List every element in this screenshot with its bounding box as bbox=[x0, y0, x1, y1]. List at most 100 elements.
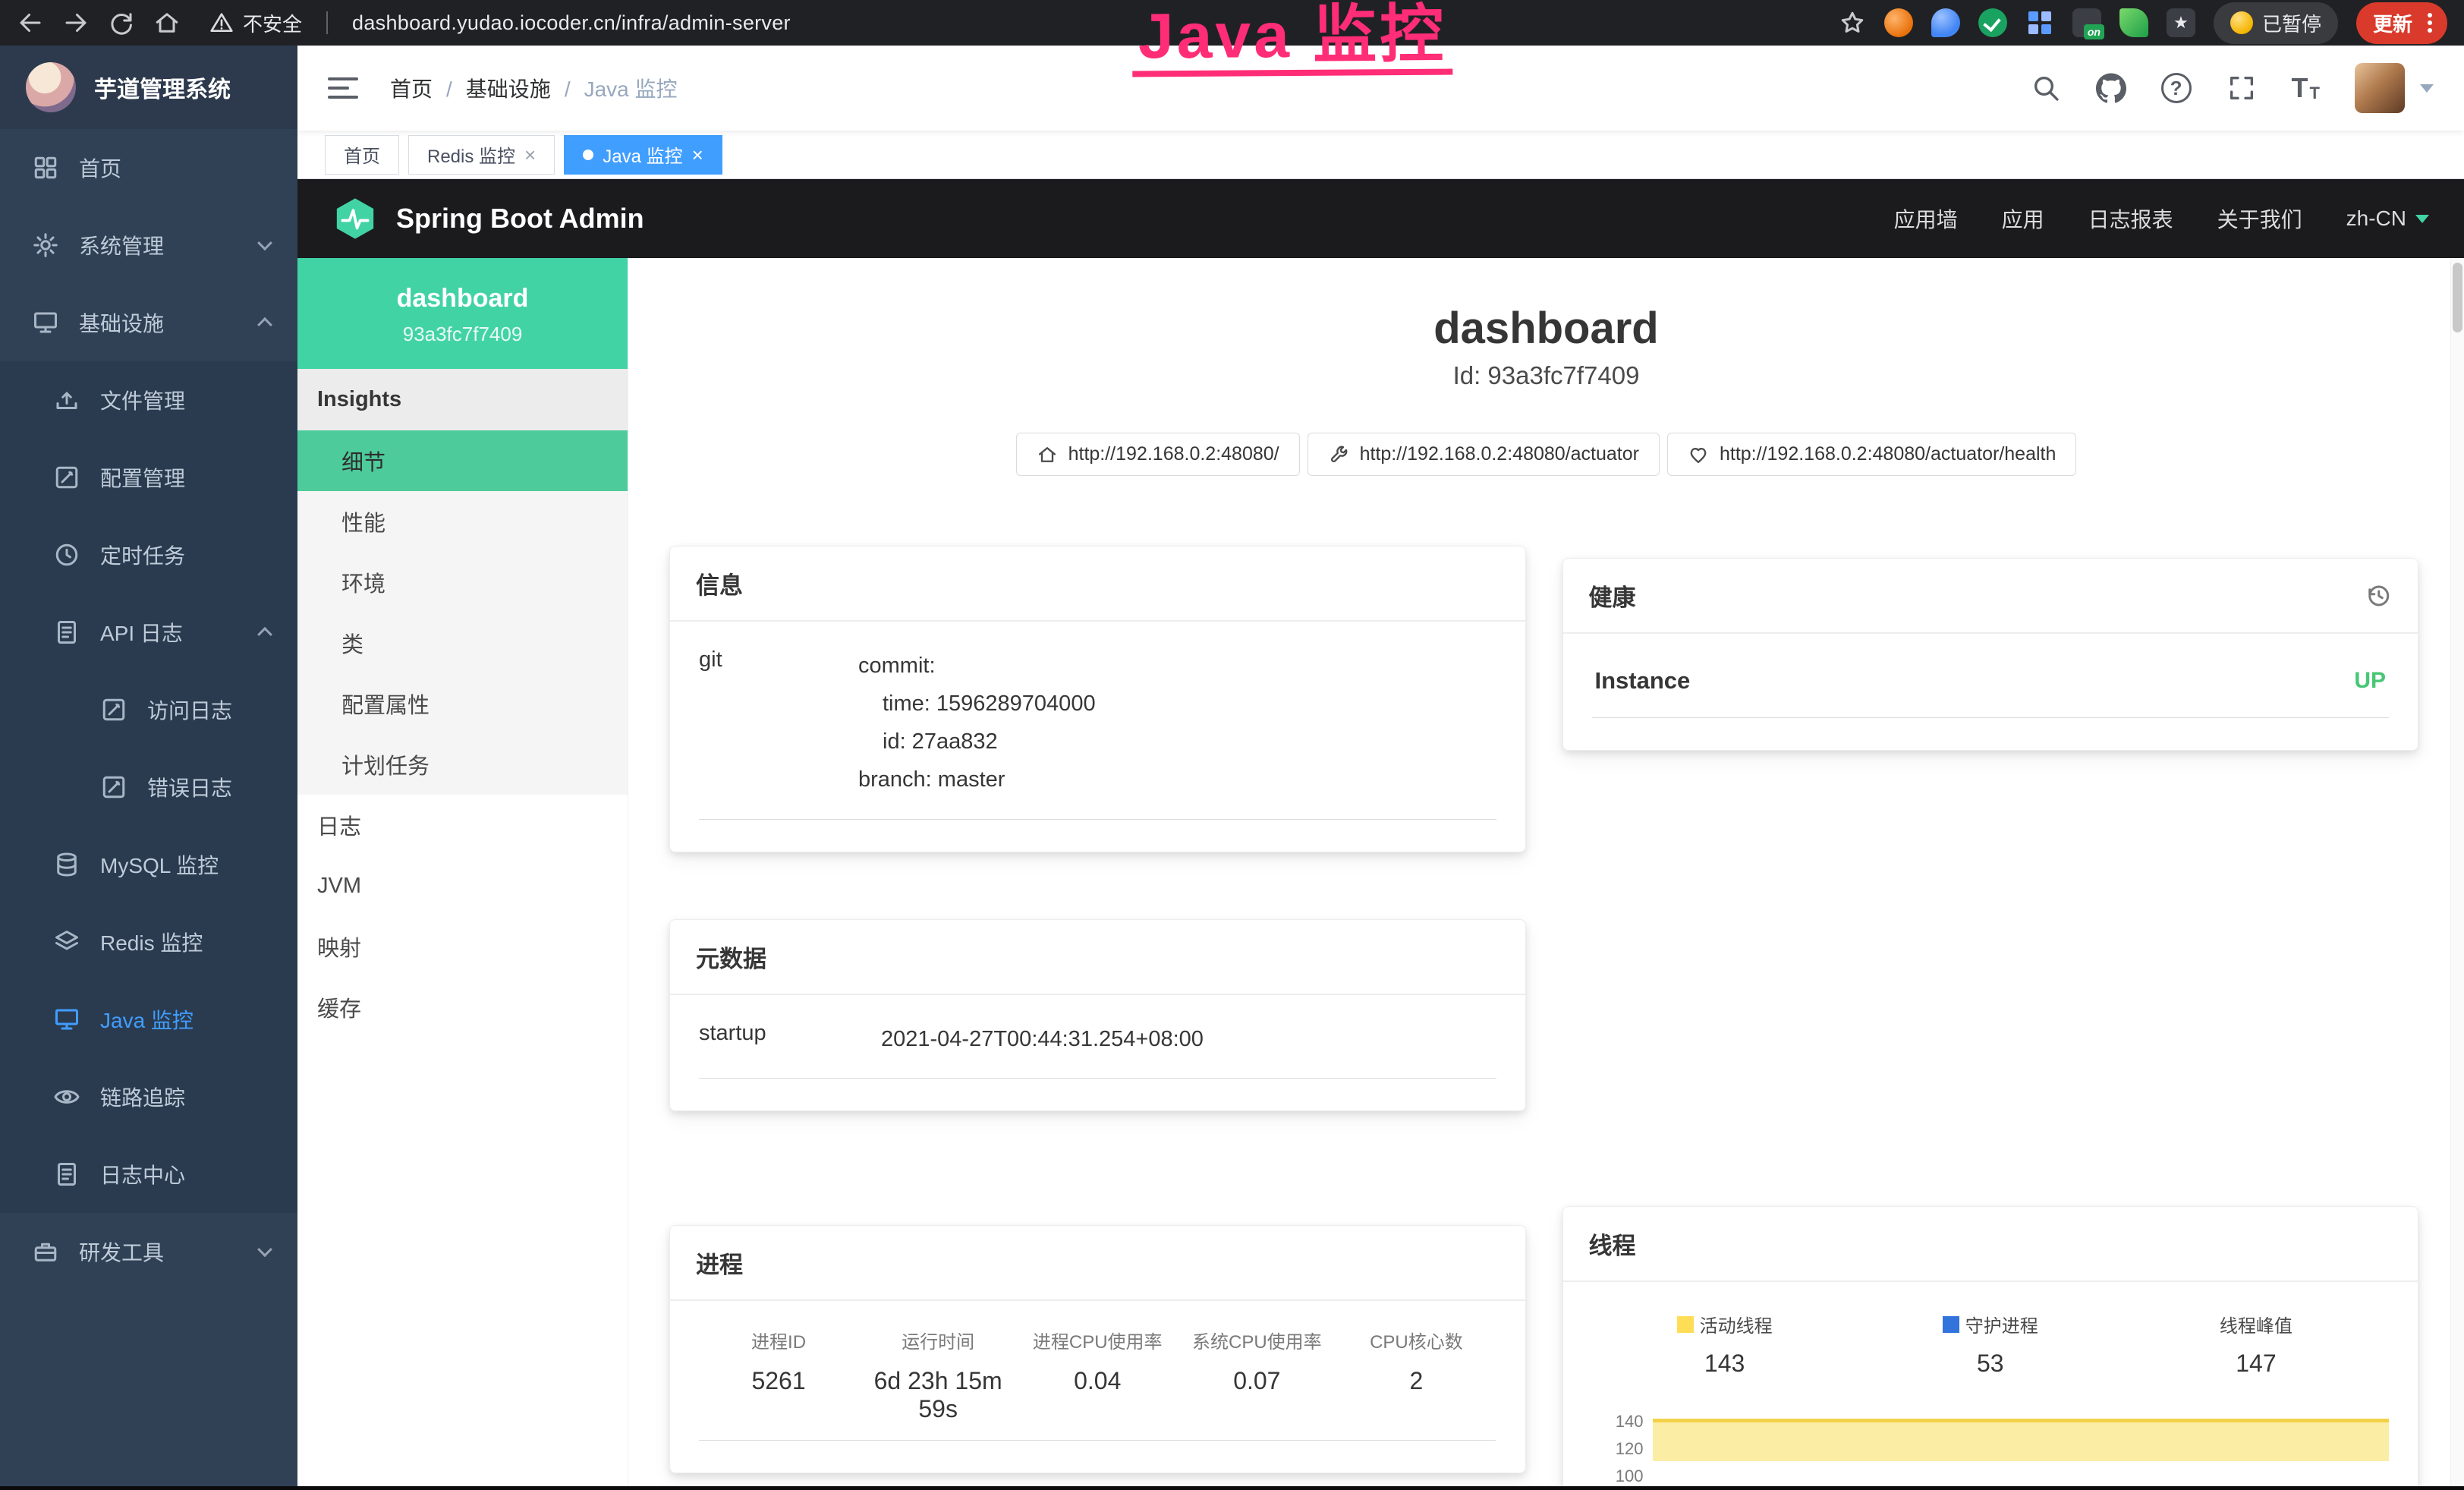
info-line: branch: master bbox=[858, 761, 1496, 799]
sidebar-toggle[interactable] bbox=[328, 77, 358, 99]
sidebar-item-file[interactable]: 文件管理 bbox=[0, 361, 297, 439]
sba-item-details[interactable]: 细节 bbox=[297, 430, 628, 491]
update-button[interactable]: 更新 bbox=[2356, 2, 2447, 44]
fullscreen-icon[interactable] bbox=[2226, 73, 2257, 103]
scrollbar[interactable] bbox=[2450, 258, 2464, 1490]
sidebar-item-redis[interactable]: Redis 监控 bbox=[0, 903, 297, 981]
sidebar-item-system[interactable]: 系统管理 bbox=[0, 206, 297, 284]
blue-drop-extension-icon[interactable] bbox=[1931, 8, 1960, 37]
instance-health-link[interactable]: http://192.168.0.2:48080/actuator/health bbox=[1667, 433, 2076, 476]
sba-item-loggers[interactable]: 日志 bbox=[297, 795, 628, 855]
sba-item-jvm[interactable]: JVM bbox=[297, 855, 628, 916]
sidebar-item-accesslog[interactable]: 访问日志 bbox=[0, 671, 297, 748]
sidebar-item-devtools[interactable]: 研发工具 bbox=[0, 1213, 297, 1290]
gear-icon bbox=[32, 232, 59, 259]
wrench-icon bbox=[1328, 444, 1349, 465]
sba-item-environment[interactable]: 环境 bbox=[297, 552, 628, 613]
sba-item-configprops[interactable]: 配置属性 bbox=[297, 673, 628, 734]
blue-grid-extension-icon[interactable] bbox=[2025, 8, 2054, 37]
green-check-extension-icon[interactable] bbox=[1978, 8, 2007, 37]
chevron-down-icon bbox=[257, 235, 272, 250]
breadcrumb-home[interactable]: 首页 bbox=[390, 73, 433, 103]
toolbox-icon bbox=[32, 1238, 59, 1265]
security-indicator[interactable]: 不安全 bbox=[209, 9, 302, 37]
sidebar-item-job[interactable]: 定时任务 bbox=[0, 516, 297, 594]
sba-item-classes[interactable]: 类 bbox=[297, 613, 628, 673]
font-size-icon[interactable]: TT bbox=[2292, 74, 2320, 102]
sidebar-item-trace[interactable]: 链路追踪 bbox=[0, 1058, 297, 1136]
sba-nav-wall[interactable]: 应用墙 bbox=[1894, 203, 1958, 234]
sba-item-caches[interactable]: 缓存 bbox=[297, 977, 628, 1038]
help-icon[interactable] bbox=[2161, 73, 2192, 103]
sba-nav-about[interactable]: 关于我们 bbox=[2217, 203, 2302, 234]
sba-language-select[interactable]: zh-CN bbox=[2346, 206, 2429, 231]
avatar-caret-icon[interactable] bbox=[2420, 84, 2434, 93]
instance-homepage-link[interactable]: http://192.168.0.2:48080/ bbox=[1016, 433, 1300, 476]
instance-header[interactable]: dashboard 93a3fc7f7409 bbox=[297, 258, 628, 369]
address-separator bbox=[326, 11, 328, 34]
sba-nav-applications[interactable]: 应用 bbox=[2002, 203, 2044, 234]
link-url: http://192.168.0.2:48080/actuator bbox=[1360, 443, 1639, 465]
sidebar-item-label: 文件管理 bbox=[100, 385, 185, 415]
sba-item-scheduled-tasks[interactable]: 计划任务 bbox=[297, 734, 628, 795]
browser-menu-icon[interactable] bbox=[2428, 13, 2432, 17]
bookmark-star-icon[interactable] bbox=[1839, 9, 1866, 36]
legend-swatch-yellow bbox=[1677, 1316, 1694, 1333]
leaf-extension-icon[interactable] bbox=[2119, 8, 2148, 37]
sidebar-item-label: Java 监控 bbox=[100, 1004, 194, 1035]
back-icon[interactable] bbox=[17, 9, 44, 36]
sidebar-item-label: 错误日志 bbox=[147, 772, 232, 802]
profile-paused-badge[interactable]: 已暂停 bbox=[2214, 2, 2338, 44]
history-icon[interactable] bbox=[2365, 582, 2392, 610]
forward-icon[interactable] bbox=[62, 9, 90, 36]
tab-label: Java 监控 bbox=[603, 141, 682, 168]
sidebar-item-logcenter[interactable]: 日志中心 bbox=[0, 1136, 297, 1213]
brand: 芋道管理系统 bbox=[0, 46, 297, 129]
link-url: http://192.168.0.2:48080/actuator/health bbox=[1720, 443, 2056, 465]
instance-name: dashboard bbox=[313, 284, 612, 313]
instance-actuator-link[interactable]: http://192.168.0.2:48080/actuator bbox=[1308, 433, 1660, 476]
monitor-icon bbox=[32, 309, 59, 336]
sba-nav-journal[interactable]: 日志报表 bbox=[2088, 203, 2173, 234]
sidebar-item-infra[interactable]: 基础设施 bbox=[0, 284, 297, 361]
sidebar-item-config[interactable]: 配置管理 bbox=[0, 439, 297, 516]
health-row[interactable]: Instance UP bbox=[1592, 660, 2390, 718]
sidebar-item-mysql[interactable]: MySQL 监控 bbox=[0, 826, 297, 903]
paused-emoji-icon bbox=[2230, 11, 2253, 34]
sidebar-item-apilog[interactable]: API 日志 bbox=[0, 594, 297, 671]
live-threads-area bbox=[1653, 1419, 2390, 1461]
close-tab-icon[interactable] bbox=[524, 145, 536, 165]
close-tab-icon[interactable] bbox=[692, 145, 703, 165]
sba-sidebar: dashboard 93a3fc7f7409 Insights 细节 性能 环境… bbox=[297, 258, 628, 1490]
legend-peak-threads: 线程峰值 147 bbox=[2123, 1311, 2389, 1378]
card-title: 健康 bbox=[1589, 578, 1636, 613]
sidebar-item-java[interactable]: Java 监控 bbox=[0, 981, 297, 1058]
tab-java[interactable]: Java 监控 bbox=[564, 135, 722, 175]
sidebar-item-errorlog[interactable]: 错误日志 bbox=[0, 748, 297, 826]
sidebar-item-label: 配置管理 bbox=[100, 462, 185, 493]
process-pid: 进程ID 5261 bbox=[699, 1327, 858, 1441]
github-icon[interactable] bbox=[2096, 73, 2126, 103]
breadcrumb-current: Java 监控 bbox=[551, 73, 678, 103]
update-label: 更新 bbox=[2373, 9, 2412, 37]
sba-item-performance[interactable]: 性能 bbox=[297, 491, 628, 552]
language-label: zh-CN bbox=[2346, 206, 2406, 231]
scrollbar-thumb[interactable] bbox=[2453, 263, 2462, 332]
search-icon[interactable] bbox=[2031, 73, 2061, 103]
orange-extension-icon[interactable] bbox=[1884, 8, 1913, 37]
sba-item-mappings[interactable]: 映射 bbox=[297, 916, 628, 977]
dark-star-extension-icon[interactable] bbox=[2167, 8, 2195, 37]
tab-home[interactable]: 首页 bbox=[325, 135, 399, 175]
browser-home-icon[interactable] bbox=[153, 9, 181, 36]
switch-on-extension-icon[interactable]: on bbox=[2072, 8, 2101, 37]
sidebar-item-home[interactable]: 首页 bbox=[0, 129, 297, 206]
reload-icon[interactable] bbox=[108, 9, 135, 36]
admin-sidebar: 芋道管理系统 首页 系统管理 基础设施 bbox=[0, 46, 297, 1490]
breadcrumb-infra[interactable]: 基础设施 bbox=[433, 73, 551, 103]
tab-redis[interactable]: Redis 监控 bbox=[408, 135, 555, 175]
address-url[interactable]: dashboard.yudao.iocoder.cn/infra/admin-s… bbox=[352, 11, 791, 35]
breadcrumb: 首页 基础设施 Java 监控 bbox=[390, 73, 678, 103]
eye-icon bbox=[53, 1083, 80, 1110]
user-avatar[interactable] bbox=[2355, 63, 2405, 113]
instance-title: dashboard bbox=[628, 307, 2464, 351]
